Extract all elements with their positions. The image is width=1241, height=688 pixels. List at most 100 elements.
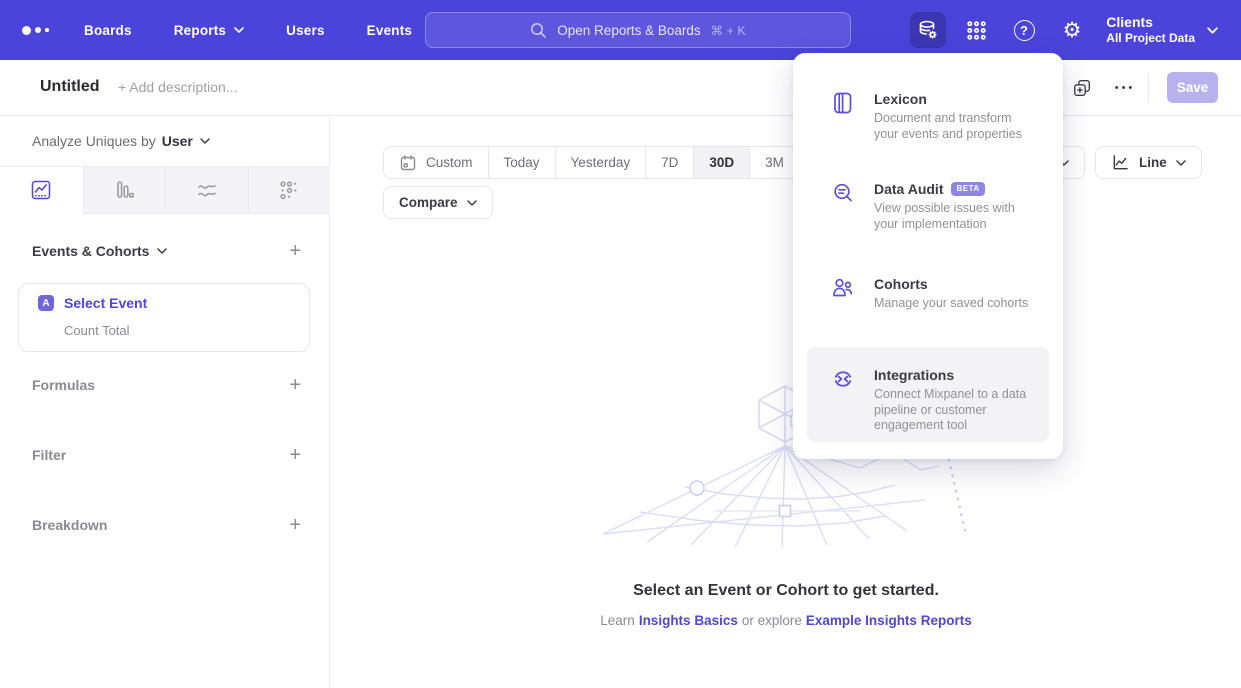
analyze-value: User: [162, 133, 193, 149]
range-label: 7D: [661, 155, 678, 170]
date-range-today[interactable]: Today: [488, 147, 555, 178]
nav-item-label: Reports: [174, 23, 226, 38]
breakdown-label: Breakdown: [32, 517, 107, 533]
events-cohorts-header[interactable]: Events & Cohorts: [32, 243, 167, 259]
add-breakdown-button[interactable]: +: [289, 515, 301, 535]
menu-item-integrations[interactable]: Integrations Connect Mixpanel to a data …: [807, 347, 1049, 442]
nav-item-boards[interactable]: Boards: [84, 23, 132, 38]
event-aggregation[interactable]: Count Total: [64, 323, 130, 338]
search-icon: [530, 22, 547, 39]
range-label: Custom: [426, 155, 473, 170]
menu-item-description: Document and transform your events and p…: [874, 111, 1035, 142]
data-management-button[interactable]: [910, 12, 946, 48]
chevron-down-icon: [1176, 160, 1186, 166]
duplicate-report-button[interactable]: [1067, 74, 1097, 102]
settings-button[interactable]: ⚙: [1054, 12, 1090, 48]
tab-line-chart[interactable]: [0, 167, 83, 214]
nav-item-users[interactable]: Users: [286, 23, 325, 38]
tab-flow-chart[interactable]: [165, 167, 248, 214]
menu-item-description: Connect Mixpanel to a data pipeline or c…: [874, 387, 1035, 434]
save-button[interactable]: Save: [1167, 72, 1218, 103]
chart-type-label: Line: [1139, 155, 1167, 170]
project-scope: All Project Data: [1106, 31, 1195, 46]
tab-bar-chart[interactable]: [83, 167, 166, 214]
formulas-label: Formulas: [32, 377, 95, 393]
formulas-section: Formulas +: [32, 375, 301, 395]
data-management-menu: Lexicon Document and transform your even…: [793, 53, 1063, 459]
chevron-down-icon: [157, 248, 167, 254]
analyze-row: Analyze Uniques by User: [32, 116, 210, 166]
event-row-card[interactable]: A Select Event Count Total: [18, 283, 310, 352]
cohorts-users-icon: [831, 276, 855, 300]
date-range-30d[interactable]: 30D: [693, 147, 749, 178]
chevron-down-icon: [234, 27, 244, 33]
header-divider: [1148, 74, 1149, 102]
date-range-custom[interactable]: Custom: [384, 147, 488, 178]
menu-item-lexicon[interactable]: Lexicon Document and transform your even…: [807, 71, 1049, 158]
top-nav: Boards Reports Users Events Open Reports…: [0, 0, 1241, 60]
menu-item-title: Cohorts: [874, 276, 928, 292]
menu-item-data-audit[interactable]: Data Audit BETA View possible issues wit…: [807, 161, 1049, 248]
tab-metrics[interactable]: [248, 167, 331, 214]
menu-item-cohorts[interactable]: Cohorts Manage your saved cohorts: [807, 256, 1049, 328]
project-name: Clients: [1106, 14, 1195, 31]
line-chart-icon: [30, 179, 52, 201]
mixpanel-logo-icon[interactable]: [22, 0, 49, 60]
filter-label: Filter: [32, 447, 66, 463]
nav-item-label: Events: [367, 23, 412, 38]
range-label: 30D: [709, 155, 734, 170]
analyze-label: Analyze Uniques by: [32, 133, 156, 149]
line-chart-axis-icon: [1111, 153, 1130, 172]
builder-sidebar: Analyze Uniques by User Events & Cohorts: [0, 116, 330, 688]
example-reports-link[interactable]: Example Insights Reports: [806, 613, 972, 628]
menu-item-title: Data Audit: [874, 181, 943, 197]
compare-label: Compare: [399, 195, 458, 210]
add-filter-button[interactable]: +: [289, 445, 301, 465]
report-title[interactable]: Untitled: [40, 78, 100, 96]
range-label: 3M: [765, 155, 784, 170]
chevron-down-icon: [467, 200, 477, 206]
more-actions-button[interactable]: •••: [1110, 74, 1140, 102]
audit-magnifier-icon: [831, 181, 855, 205]
explore-text: or explore: [742, 613, 802, 628]
chevron-down-icon: [200, 138, 210, 144]
chart-type-dropdown[interactable]: Line: [1095, 146, 1202, 179]
nav-item-events[interactable]: Events: [367, 23, 412, 38]
nav-item-label: Boards: [84, 23, 132, 38]
menu-item-title: Integrations: [874, 367, 954, 383]
search-shortcut: ⌘ + K: [711, 23, 746, 38]
insights-basics-link[interactable]: Insights Basics: [639, 613, 738, 628]
insights-report-page: Boards Reports Users Events Open Reports…: [0, 0, 1241, 688]
flow-icon: [196, 179, 218, 201]
analyze-by-dropdown[interactable]: User: [162, 133, 210, 149]
event-letter-badge: A: [38, 295, 54, 311]
date-range-3m[interactable]: 3M: [749, 147, 799, 178]
compare-dropdown[interactable]: Compare: [383, 186, 493, 219]
primary-nav: Boards Reports Users Events: [84, 0, 412, 60]
apps-grid-button[interactable]: [958, 12, 994, 48]
ellipsis-icon: •••: [1115, 82, 1136, 94]
metric-dots-icon: [278, 179, 300, 201]
filter-section: Filter +: [32, 445, 301, 465]
menu-item-description: View possible issues with your implement…: [874, 201, 1035, 232]
menu-item-description: Manage your saved cohorts: [874, 296, 1028, 312]
report-description-input[interactable]: + Add description...: [118, 79, 237, 95]
range-label: Today: [504, 155, 540, 170]
gear-icon: ⚙: [1063, 20, 1082, 41]
calendar-icon: [399, 154, 417, 172]
project-switcher[interactable]: Clients All Project Data: [1106, 0, 1217, 60]
copy-icon: [1072, 78, 1092, 98]
add-event-button[interactable]: +: [289, 241, 301, 261]
date-range-yesterday[interactable]: Yesterday: [555, 147, 646, 178]
nav-item-reports[interactable]: Reports: [174, 23, 244, 38]
add-formula-button[interactable]: +: [289, 375, 301, 395]
date-range-7d[interactable]: 7D: [645, 147, 693, 178]
chevron-down-icon: [1207, 27, 1217, 33]
integrations-sync-icon: [831, 367, 855, 391]
date-range-control: Custom Today Yesterday 7D 30D 3M 6M: [383, 146, 850, 179]
help-button[interactable]: ?: [1006, 12, 1042, 48]
global-search-input[interactable]: Open Reports & Boards ⌘ + K: [425, 12, 851, 48]
learn-prefix: Learn: [600, 613, 635, 628]
select-event-button[interactable]: Select Event: [64, 295, 147, 311]
menu-item-title: Lexicon: [874, 91, 927, 107]
